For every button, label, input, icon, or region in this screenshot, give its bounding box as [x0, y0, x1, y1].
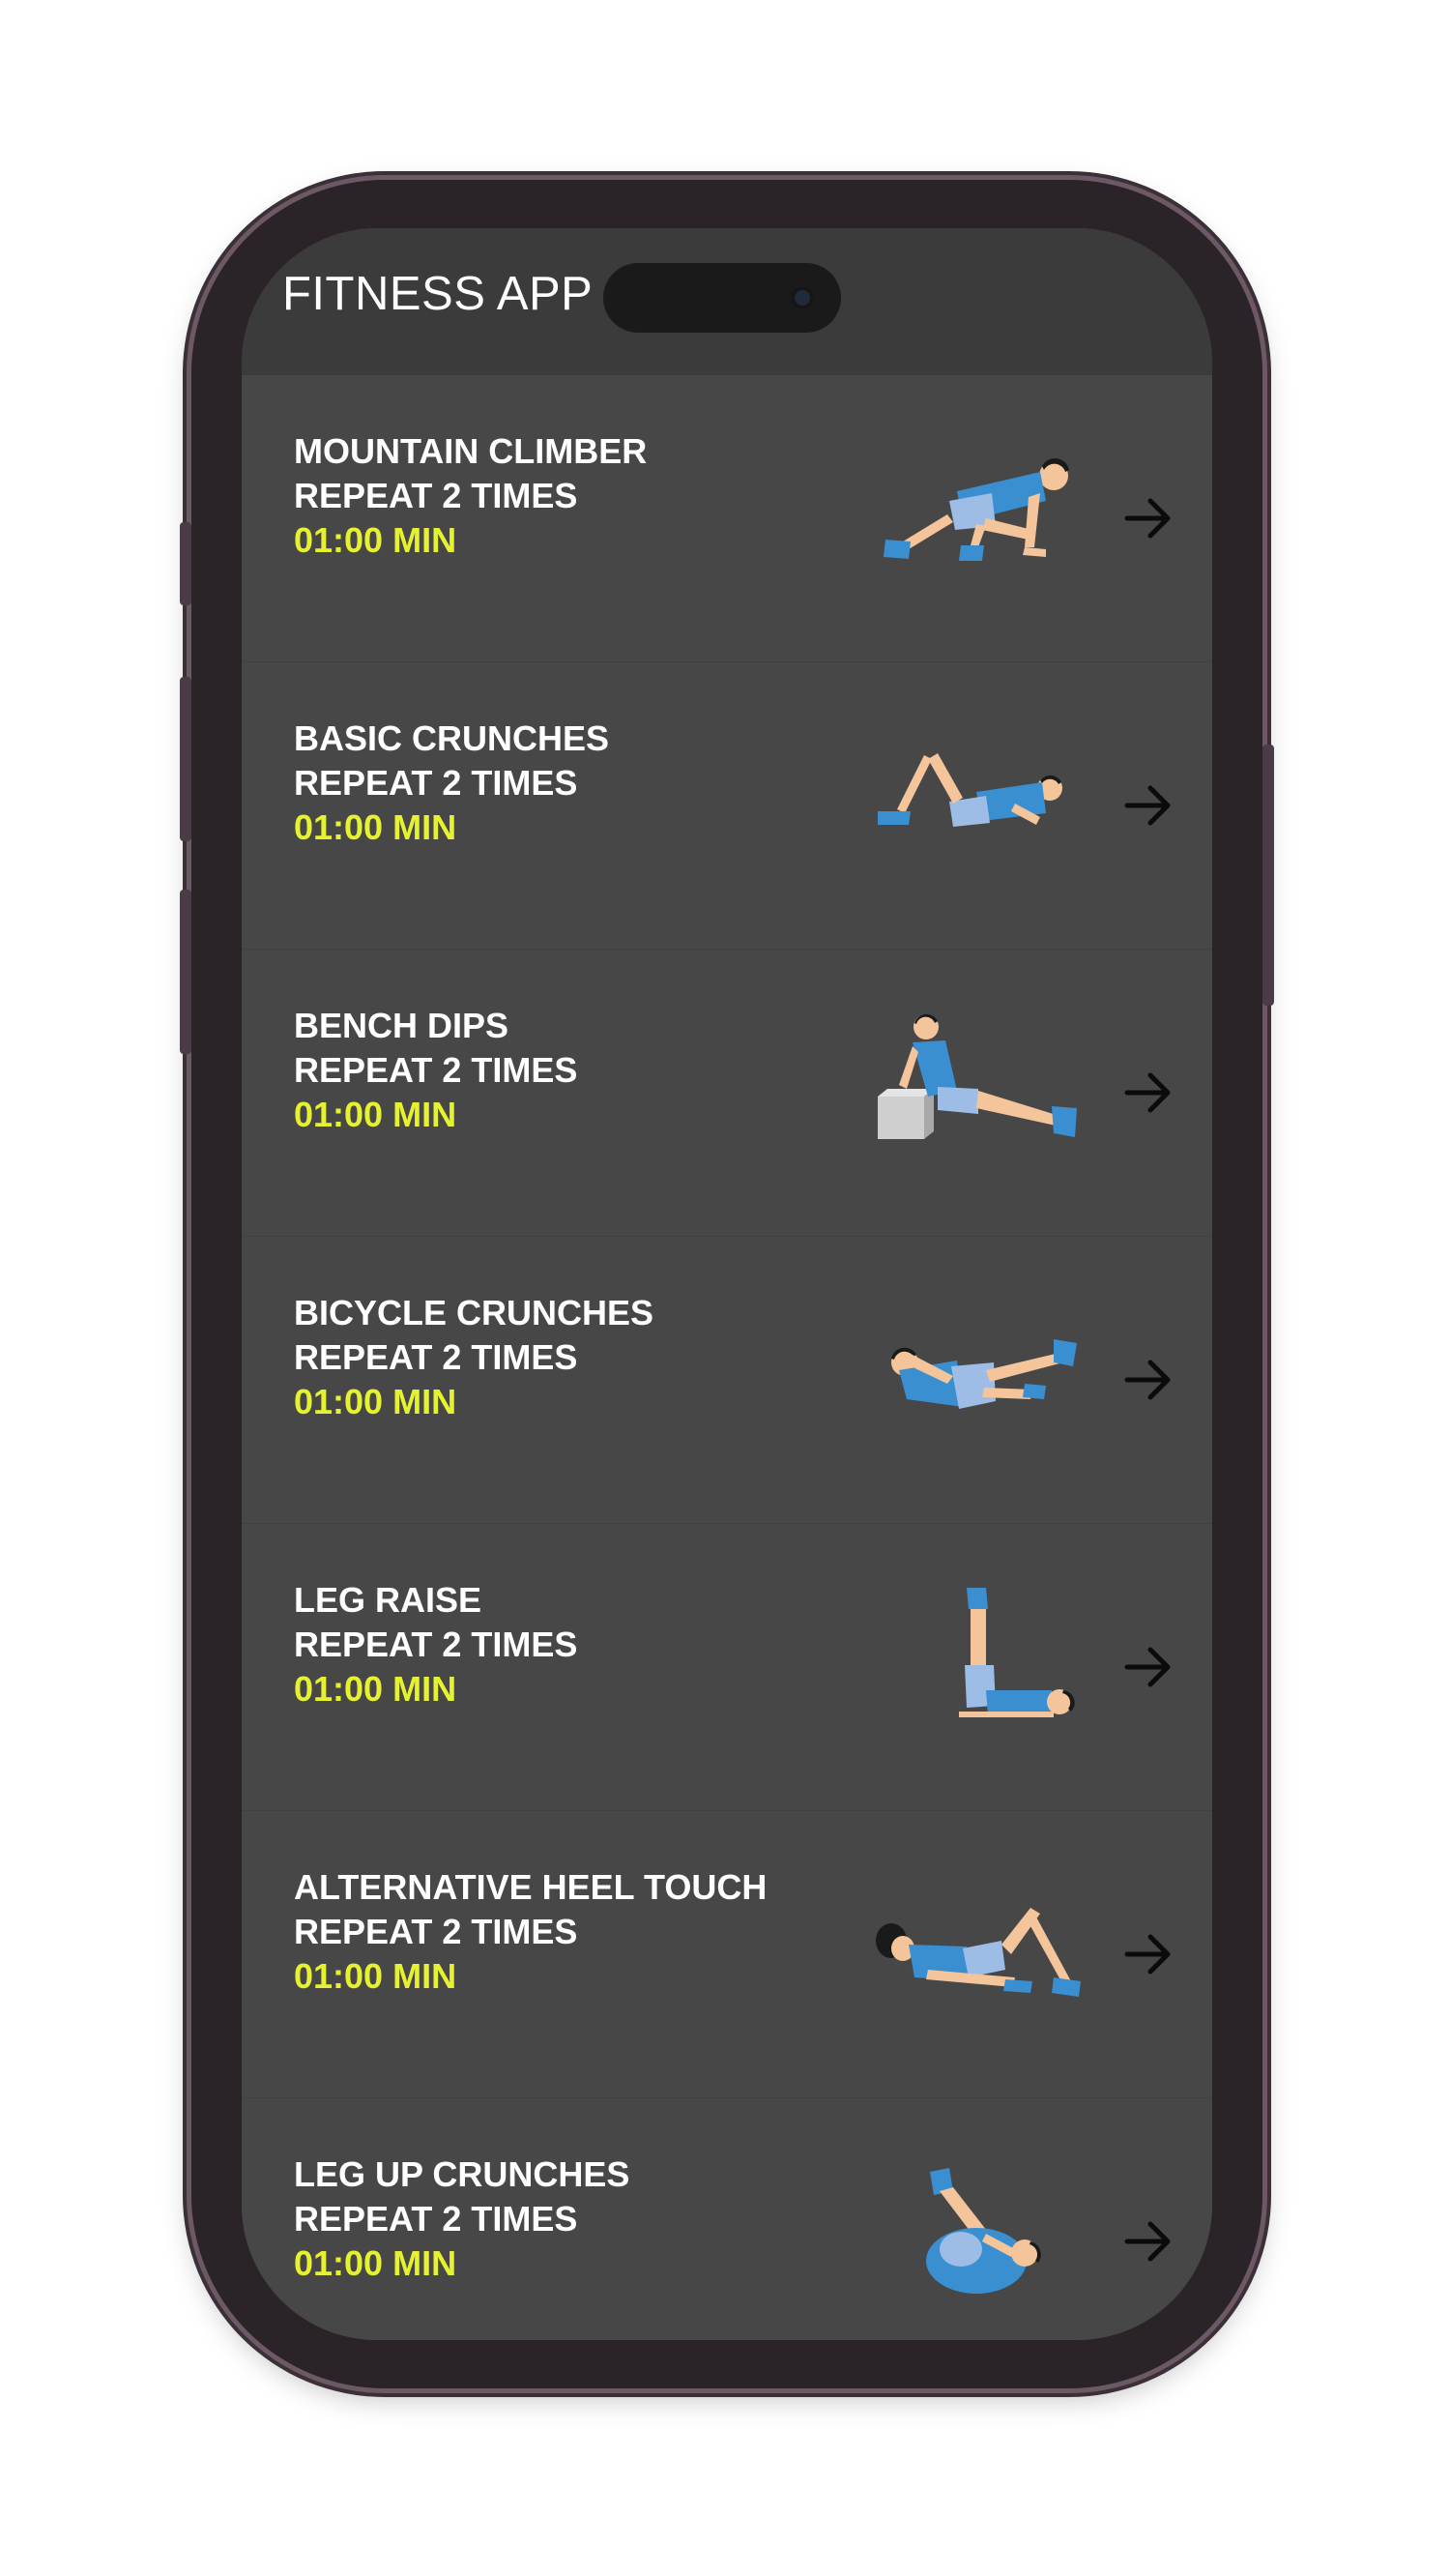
arrow-right-icon[interactable]	[1123, 2216, 1174, 2267]
phone-screen: FITNESS APP MOUNTAIN CLIMBER REPEAT 2 TI…	[242, 228, 1212, 2340]
bicycle-crunches-figure	[891, 1339, 1077, 1409]
exercise-repeat: REPEAT 2 TIMES	[294, 1912, 578, 1951]
exercise-row-leg-raise[interactable]: LEG RAISE REPEAT 2 TIMES 01:00 MIN	[242, 1524, 1212, 1811]
heel-touch-figure	[876, 1908, 1081, 1997]
exercise-row-bench-dips[interactable]: BENCH DIPS REPEAT 2 TIMES 01:00 MIN	[242, 950, 1212, 1237]
phone-mockup: FITNESS APP MOUNTAIN CLIMBER REPEAT 2 TI…	[0, 0, 1450, 2576]
exercise-text: BENCH DIPS REPEAT 2 TIMES 01:00 MIN	[294, 1004, 577, 1137]
exercise-row-leg-up-crunches[interactable]: LEG UP CRUNCHES REPEAT 2 TIMES 01:00 MIN	[242, 2098, 1212, 2340]
volume-down-button	[180, 890, 191, 1054]
exercise-name: LEG RAISE	[294, 1580, 482, 1620]
exercise-duration: 01:00 MIN	[294, 1095, 457, 1134]
arrow-right-icon[interactable]	[1123, 1068, 1174, 1118]
power-button	[1262, 745, 1274, 1006]
exercise-text: MOUNTAIN CLIMBER REPEAT 2 TIMES 01:00 MI…	[294, 429, 647, 563]
exercise-duration: 01:00 MIN	[294, 1669, 457, 1709]
arrow-right-icon[interactable]	[1123, 1929, 1174, 1979]
exercise-duration: 01:00 MIN	[294, 807, 457, 847]
arrow-right-icon[interactable]	[1123, 1642, 1174, 1692]
exercise-repeat: REPEAT 2 TIMES	[294, 476, 578, 515]
exercise-name: LEG UP CRUNCHES	[294, 2154, 630, 2194]
leg-raise-figure	[959, 1588, 1075, 1717]
exercise-list: MOUNTAIN CLIMBER REPEAT 2 TIMES 01:00 MI…	[242, 375, 1212, 2340]
leg-up-crunches-figure	[926, 2168, 1041, 2294]
exercise-name: ALTERNATIVE HEEL TOUCH	[294, 1867, 768, 1907]
app-header: FITNESS APP	[242, 228, 1212, 375]
dynamic-island	[603, 263, 841, 333]
volume-up-button	[180, 677, 191, 841]
exercise-row-basic-crunches[interactable]: BASIC CRUNCHES REPEAT 2 TIMES 01:00 MIN	[242, 662, 1212, 950]
exercise-repeat: REPEAT 2 TIMES	[294, 1050, 578, 1090]
bench-dips-figure	[878, 1013, 1077, 1139]
exercise-text: LEG UP CRUNCHES REPEAT 2 TIMES 01:00 MIN	[294, 2152, 629, 2286]
arrow-right-icon[interactable]	[1123, 493, 1174, 543]
arrow-right-icon[interactable]	[1123, 1355, 1174, 1405]
exercise-row-mountain-climber[interactable]: MOUNTAIN CLIMBER REPEAT 2 TIMES 01:00 MI…	[242, 375, 1212, 662]
exercise-duration: 01:00 MIN	[294, 2243, 457, 2283]
exercise-name: BENCH DIPS	[294, 1006, 509, 1045]
exercise-text: BASIC CRUNCHES REPEAT 2 TIMES 01:00 MIN	[294, 717, 609, 850]
exercise-repeat: REPEAT 2 TIMES	[294, 2199, 578, 2239]
exercise-name: BICYCLE CRUNCHES	[294, 1293, 654, 1332]
exercise-row-bicycle-crunches[interactable]: BICYCLE CRUNCHES REPEAT 2 TIMES 01:00 MI…	[242, 1237, 1212, 1524]
mountain-climber-figure	[884, 457, 1069, 561]
arrow-right-icon[interactable]	[1123, 780, 1174, 831]
exercise-repeat: REPEAT 2 TIMES	[294, 1337, 578, 1377]
exercise-text: ALTERNATIVE HEEL TOUCH REPEAT 2 TIMES 01…	[294, 1865, 767, 1999]
exercise-name: MOUNTAIN CLIMBER	[294, 431, 648, 471]
action-button	[180, 522, 191, 605]
exercise-text: BICYCLE CRUNCHES REPEAT 2 TIMES 01:00 MI…	[294, 1291, 653, 1424]
exercise-row-heel-touch[interactable]: ALTERNATIVE HEEL TOUCH REPEAT 2 TIMES 01…	[242, 1811, 1212, 2098]
app-title: FITNESS APP	[282, 268, 594, 320]
exercise-duration: 01:00 MIN	[294, 1382, 457, 1421]
exercise-repeat: REPEAT 2 TIMES	[294, 763, 578, 803]
camera-icon	[791, 286, 814, 309]
basic-crunches-figure	[878, 753, 1062, 827]
exercise-duration: 01:00 MIN	[294, 520, 457, 560]
exercise-name: BASIC CRUNCHES	[294, 718, 610, 758]
exercise-text: LEG RAISE REPEAT 2 TIMES 01:00 MIN	[294, 1578, 577, 1712]
exercise-repeat: REPEAT 2 TIMES	[294, 1625, 578, 1664]
exercise-duration: 01:00 MIN	[294, 1956, 457, 1996]
